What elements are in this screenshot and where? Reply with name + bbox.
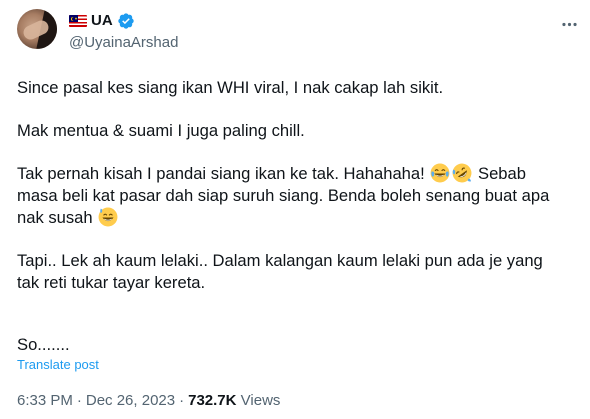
tweet-metadata: 6:33 PM · Dec 26, 2023 · 732.7K Views (17, 391, 280, 411)
more-options-button[interactable] (559, 14, 579, 34)
tweet-line: So....... (17, 335, 70, 354)
tweet-paragraph: Since pasal kes siang ikan WHI viral, I … (17, 77, 443, 99)
more-horizontal-icon (561, 22, 577, 26)
meta-separator: · (179, 392, 185, 409)
translate-post-link[interactable]: Translate post (17, 356, 99, 374)
tweet-line: masa beli kat pasar dah siap suruh siang… (17, 186, 550, 205)
views-count[interactable]: 732.7K (188, 392, 236, 409)
tweet-line: nak susah (17, 207, 549, 229)
rolling-on-the-floor-laughing-icon (452, 163, 472, 183)
tweet-line: Mak mentua & suami I juga paling chill. (17, 121, 305, 140)
tweet-date[interactable]: Dec 26, 2023 (86, 392, 175, 409)
tweet-line: tak reti tukar tayar kereta. (17, 273, 206, 292)
tweet-paragraph: Mak mentua & suami I juga paling chill. (17, 120, 305, 142)
tweet-line: Tak pernah kisah I pandai siang ikan ke … (17, 163, 549, 185)
verified-badge-icon (117, 13, 134, 29)
tweet-paragraph: So....... (17, 334, 70, 356)
views-label: Views (240, 392, 281, 409)
display-name[interactable]: UA (91, 11, 113, 31)
author-name-row: UA (69, 11, 135, 31)
tweet-time[interactable]: 6:33 PM (17, 392, 73, 409)
tweet: UA @UyainaArshad Since pasal kes siang i… (0, 0, 590, 419)
tweet-paragraph: Tak pernah kisah I pandai siang ikan ke … (17, 163, 549, 229)
malaysia-flag-icon (69, 15, 87, 27)
tweet-line: Since pasal kes siang ikan WHI viral, I … (17, 78, 444, 97)
face-with-tears-of-joy-icon (430, 163, 450, 183)
tweet-line-text: nak susah (17, 208, 93, 227)
author-handle[interactable]: @UyainaArshad (69, 33, 178, 53)
tweet-line-text: Sebab (478, 164, 526, 183)
avatar[interactable] (17, 9, 57, 49)
meta-separator: · (76, 392, 82, 409)
tweet-line: Tapi.. Lek ah kaum lelaki.. Dalam kalang… (17, 251, 543, 270)
tweet-line-text: Tak pernah kisah I pandai siang ikan ke … (17, 164, 425, 183)
grinning-face-with-sweat-icon (98, 207, 118, 227)
tweet-paragraph: Tapi.. Lek ah kaum lelaki.. Dalam kalang… (17, 250, 543, 294)
